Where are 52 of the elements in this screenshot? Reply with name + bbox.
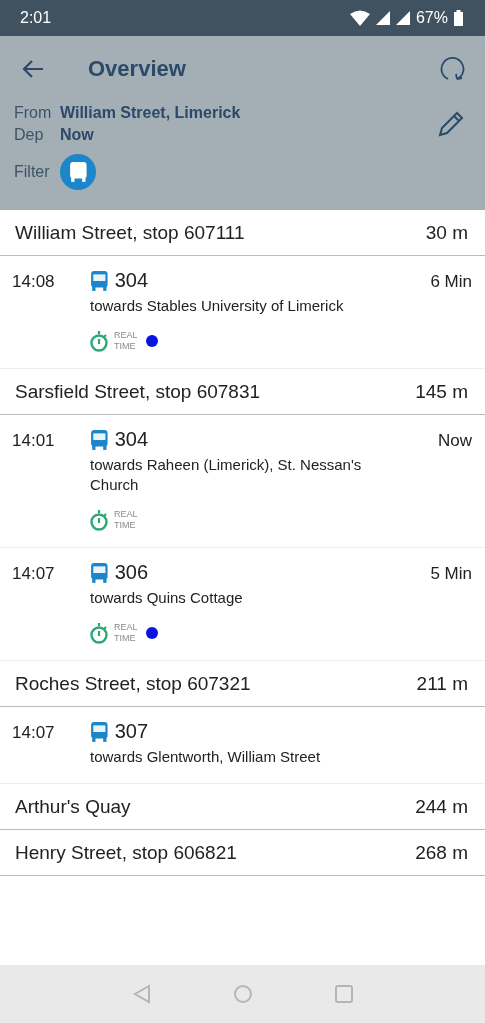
dep-value: Now: [60, 125, 94, 145]
line-number: 306: [114, 561, 149, 584]
status-time: 2:01: [20, 9, 53, 27]
realtime-label: REAL TIME: [114, 622, 139, 644]
stop-distance: 244 m: [415, 795, 468, 818]
bus-icon: [90, 561, 109, 584]
line-number: 304: [114, 428, 149, 451]
departure-time: 14:08: [12, 271, 56, 293]
filter-label: Filter: [14, 162, 51, 182]
bus-filter-button[interactable]: [60, 154, 96, 190]
back-icon[interactable]: [22, 60, 44, 78]
departure-time: 14:07: [12, 563, 56, 585]
pencil-icon[interactable]: [437, 110, 465, 138]
line-number: 304: [114, 269, 149, 292]
departure-time: 14:01: [12, 430, 56, 452]
dep-label: Dep: [14, 125, 45, 145]
battery-icon: [454, 10, 463, 26]
stop-name: Henry Street, stop 606821: [15, 841, 237, 864]
stop-name: William Street, stop 607111: [15, 221, 245, 244]
signal-icon: [375, 11, 390, 25]
refresh-icon[interactable]: [439, 55, 465, 83]
wifi-icon: [349, 10, 370, 26]
countdown: 5 Min: [430, 563, 472, 585]
battery-percent: 67%: [415, 9, 448, 27]
bus-icon: [90, 720, 109, 743]
stopwatch-icon: [90, 622, 110, 644]
screen-title: Overview: [88, 56, 187, 82]
stopwatch-icon: [90, 330, 110, 352]
countdown: 6 Min: [430, 271, 472, 293]
bus-icon: [90, 269, 109, 292]
stop-name: Arthur's Quay: [15, 795, 131, 818]
realtime-label: REAL TIME: [114, 330, 139, 352]
direction-text: towards Quins Cottage: [90, 588, 244, 608]
stop-distance: 145 m: [415, 380, 468, 403]
bus-icon: [68, 161, 88, 183]
bus-icon: [90, 428, 109, 451]
stop-name: Sarsfield Street, stop 607831: [15, 380, 261, 403]
stop-distance: 211 m: [416, 672, 468, 695]
direction-text: towards Glentworth, William Street: [90, 747, 322, 767]
stop-distance: 268 m: [415, 841, 468, 864]
signal-icon: [395, 11, 410, 25]
countdown: Now: [438, 430, 472, 452]
from-value: William Street, Limerick: [60, 103, 241, 123]
stop-distance: 30 m: [425, 221, 468, 244]
from-label: From: [14, 103, 53, 123]
direction-text: towards Raheen (Limerick), St. Nessan's Church: [90, 455, 363, 495]
departure-time: 14:07: [12, 722, 56, 744]
realtime-label: REAL TIME: [114, 509, 139, 531]
line-number: 307: [114, 720, 149, 743]
stop-name: Roches Street, stop 607321: [15, 672, 251, 695]
stopwatch-icon: [90, 509, 110, 531]
direction-text: towards Stables University of Limerick: [90, 296, 345, 316]
